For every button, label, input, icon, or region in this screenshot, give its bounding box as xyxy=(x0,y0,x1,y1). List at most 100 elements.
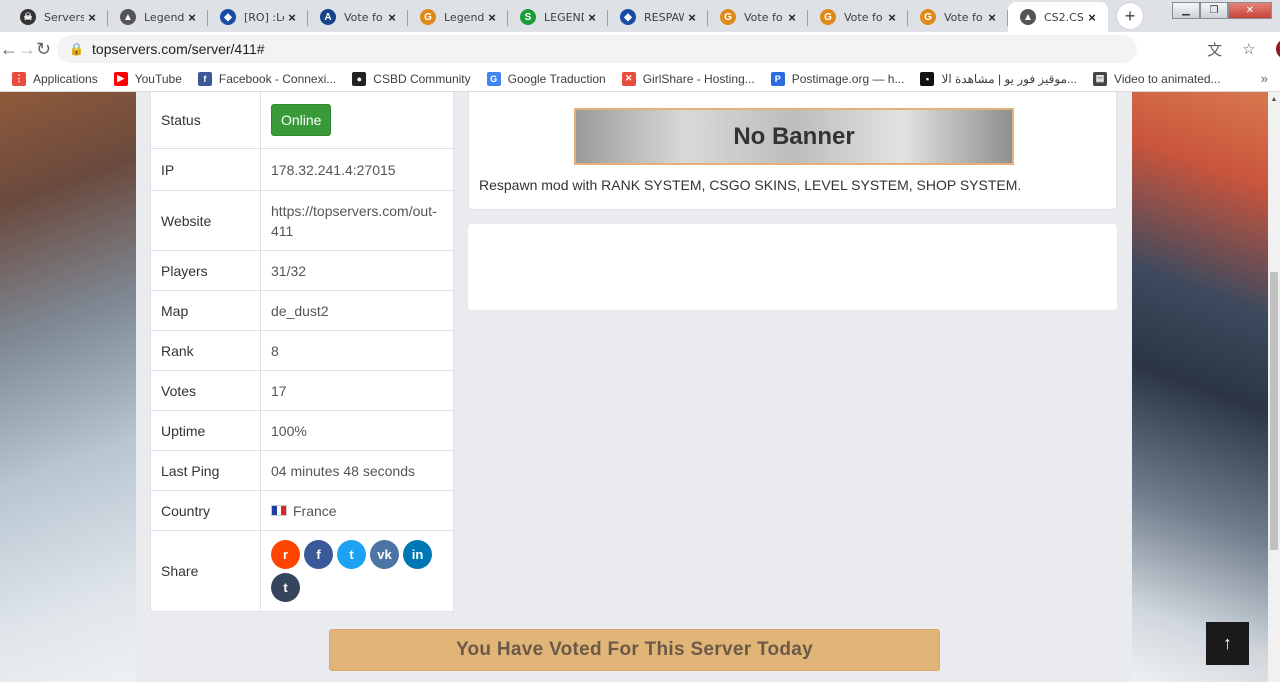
table-row-votes: Votes 17 xyxy=(151,370,453,410)
website-link[interactable]: https://topservers.com/out-411 xyxy=(271,201,443,241)
server-description: Respawn mod with RANK SYSTEM, CSGO SKINS… xyxy=(479,177,1022,193)
table-row-status: Status Online xyxy=(151,92,453,148)
translate-icon: G xyxy=(486,71,501,86)
vk-share-icon[interactable]: vk xyxy=(370,540,399,569)
votes-value: 17 xyxy=(271,382,287,399)
vote-button[interactable]: You Have Voted For This Server Today xyxy=(329,629,940,671)
bookmark-item[interactable]: P Postimage.org — h... xyxy=(770,71,904,86)
reload-icon[interactable]: ↻ xyxy=(36,39,51,60)
browser-toolbar: ← → ↻ 🔒 topservers.com/server/411# 文 ☆ ⋮ xyxy=(0,32,1280,66)
reddit-share-icon[interactable]: r xyxy=(271,540,300,569)
browser-tab[interactable]: ◆ RESPAW × xyxy=(608,2,708,32)
bookmark-item[interactable]: G Google Traduction xyxy=(486,71,606,86)
tab-close-icon[interactable]: × xyxy=(684,10,700,25)
bookmark-item[interactable]: ✕ GirlShare - Hosting... xyxy=(621,71,755,86)
bookmark-item[interactable]: f Facebook - Connexi... xyxy=(197,71,337,86)
browser-tab[interactable]: A Vote fo × xyxy=(308,2,408,32)
last-ping-value: 04 minutes 48 seconds xyxy=(271,462,415,479)
table-row-last-ping: Last Ping 04 minutes 48 seconds xyxy=(151,450,453,490)
server-banner: No Banner xyxy=(574,108,1014,165)
bookmark-label: CSBD Community xyxy=(373,71,471,86)
tab-close-icon[interactable]: × xyxy=(84,10,100,25)
bookmark-item[interactable]: ▪ موقيز فور يو | مشاهدة الا... xyxy=(920,71,1078,86)
browser-tab[interactable]: ☠ Servers × xyxy=(8,2,108,32)
gamepad-icon: ◆ xyxy=(220,9,236,25)
tab-close-icon[interactable]: × xyxy=(584,10,600,25)
tab-close-icon[interactable]: × xyxy=(1084,10,1100,25)
browser-tab[interactable]: ▲ CS2.CSE× xyxy=(1008,2,1108,32)
forward-arrow-icon[interactable]: → xyxy=(18,39,36,60)
browser-tab[interactable]: G Vote fo × xyxy=(808,2,908,32)
tab-title: CS2.CSE xyxy=(1044,10,1084,24)
tumblr-share-icon[interactable]: t xyxy=(271,573,300,602)
bookmark-item[interactable]: ▶ YouTube xyxy=(113,71,182,86)
toolbar-icons: 文 ☆ ⋮ xyxy=(1197,39,1280,60)
bookmark-item[interactable]: ● CSBD Community xyxy=(352,71,471,86)
back-arrow-icon[interactable]: ← xyxy=(0,39,18,60)
tab-close-icon[interactable]: × xyxy=(184,10,200,25)
tab-close-icon[interactable]: × xyxy=(784,10,800,25)
tab-close-icon[interactable]: × xyxy=(984,10,1000,25)
table-row-share: Share r f t vk in t xyxy=(151,530,453,611)
browser-tab[interactable]: G Vote fo × xyxy=(908,2,1008,32)
linkedin-share-icon[interactable]: in xyxy=(403,540,432,569)
bookmark-item[interactable]: ▤ Video to animated... xyxy=(1093,71,1221,86)
g-logo-icon: G xyxy=(820,9,836,25)
minimize-button[interactable]: ▁ xyxy=(1172,2,1200,19)
scrollbar-thumb[interactable] xyxy=(1270,272,1278,550)
bookmark-label: Facebook - Connexi... xyxy=(218,71,337,86)
players-value: 31/32 xyxy=(271,262,307,279)
browser-tab[interactable]: ▲ Legend × xyxy=(108,2,208,32)
table-row-ip: IP 178.32.241.4:27015 xyxy=(151,148,453,190)
window-controls: ▁ ❐ ✕ xyxy=(1172,2,1272,19)
s-logo-icon: S xyxy=(520,9,536,25)
table-row-website: Website https://topservers.com/out-411 xyxy=(151,190,453,250)
page-scrollbar[interactable]: ▲ xyxy=(1268,92,1280,682)
browser-tab[interactable]: G Legend × xyxy=(408,2,508,32)
tab-close-icon[interactable]: × xyxy=(884,10,900,25)
uptime-value: 100% xyxy=(271,422,307,439)
row-label: Last Ping xyxy=(151,451,261,490)
tab-close-icon[interactable]: × xyxy=(384,10,400,25)
bookmark-label: موقيز فور يو | مشاهدة الا... xyxy=(941,71,1078,86)
tab-title: LEGEND xyxy=(544,10,584,24)
browser-tab[interactable]: S LEGEND× xyxy=(508,2,608,32)
scroll-up-arrow-icon[interactable]: ▲ xyxy=(1268,92,1280,106)
address-bar[interactable]: 🔒 topservers.com/server/411# xyxy=(57,35,1138,63)
row-label: Votes xyxy=(151,371,261,410)
ip-value: 178.32.241.4:27015 xyxy=(271,161,396,178)
back-to-top-button[interactable]: ↑ xyxy=(1206,622,1249,665)
youtube-icon: ▶ xyxy=(113,71,128,86)
row-label: Country xyxy=(151,491,261,530)
browser-tab[interactable]: G Vote fo × xyxy=(708,2,808,32)
postimage-icon: P xyxy=(770,71,785,86)
table-row-country: Country France xyxy=(151,490,453,530)
row-label: Share xyxy=(151,531,261,611)
browser-tab[interactable]: ◆ [RO] :Le× xyxy=(208,2,308,32)
tab-close-icon[interactable]: × xyxy=(484,10,500,25)
tab-title: Vote fo xyxy=(944,10,983,24)
translate-page-icon[interactable]: 文 xyxy=(1207,39,1222,60)
bookmarks-more-icon[interactable]: » xyxy=(1261,71,1268,86)
facebook-share-icon[interactable]: f xyxy=(304,540,333,569)
bookmark-label: GirlShare - Hosting... xyxy=(642,71,755,86)
twitter-share-icon[interactable]: t xyxy=(337,540,366,569)
table-row-players: Players 31/32 xyxy=(151,250,453,290)
profile-avatar[interactable] xyxy=(1275,39,1280,59)
maximize-button[interactable]: ❐ xyxy=(1200,2,1228,19)
apps-grid-icon: ⋮ xyxy=(12,71,26,86)
window-close-button[interactable]: ✕ xyxy=(1228,2,1272,19)
rank-value: 8 xyxy=(271,342,279,359)
tab-title: Legend xyxy=(444,10,484,24)
bookmark-star-icon[interactable]: ☆ xyxy=(1242,40,1255,58)
g-logo-icon: G xyxy=(920,9,936,25)
g-logo-icon: G xyxy=(420,9,436,25)
country-value[interactable]: France xyxy=(293,503,337,519)
video-icon: ▤ xyxy=(1093,71,1108,86)
url-text: topservers.com/server/411# xyxy=(92,41,265,57)
bookmark-item[interactable]: ⋮ Applications xyxy=(12,71,98,86)
tab-close-icon[interactable]: × xyxy=(284,10,300,25)
table-row-rank: Rank 8 xyxy=(151,330,453,370)
new-tab-button[interactable]: + xyxy=(1116,2,1144,30)
row-label: Website xyxy=(151,191,261,250)
